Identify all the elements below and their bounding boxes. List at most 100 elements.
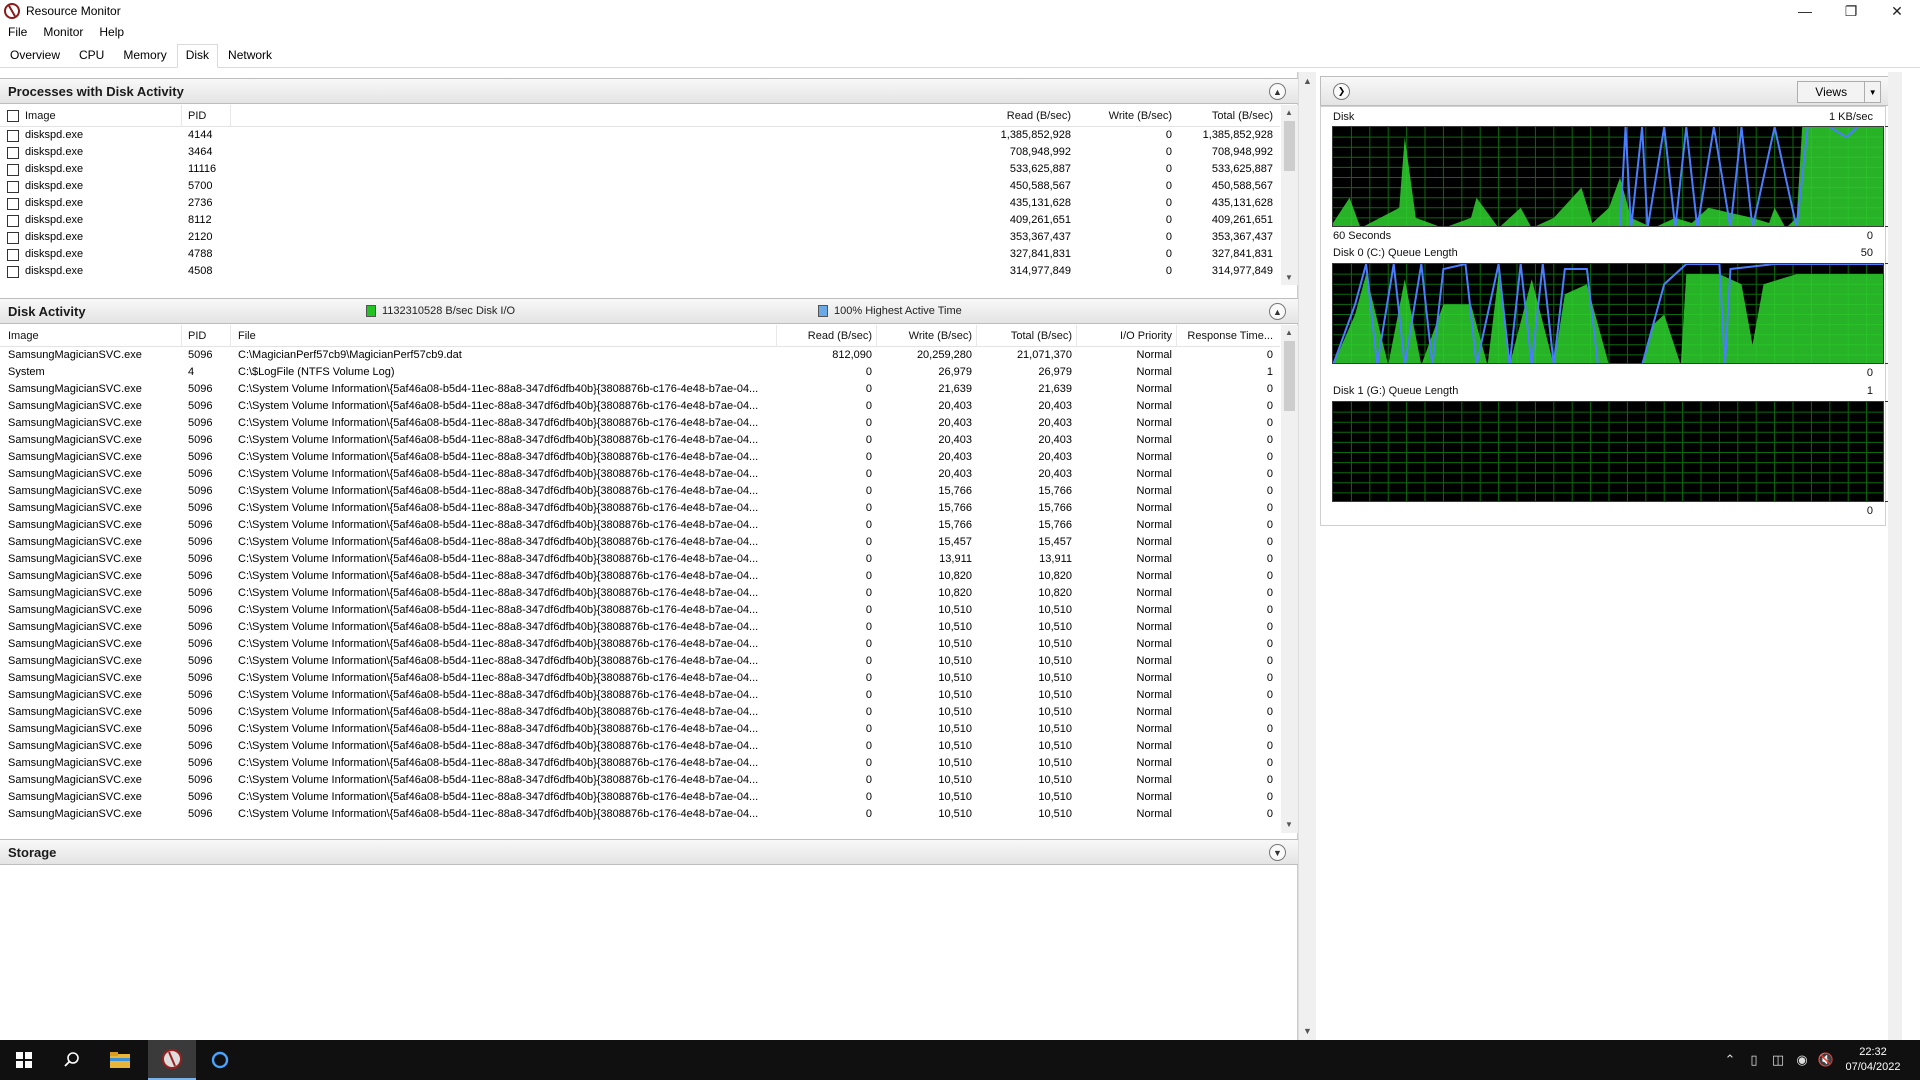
table-row[interactable]: SamsungMagicianSVC.exe 5096 C:\System Volu… [0,653,1280,670]
file-explorer-button[interactable] [96,1040,144,1080]
table-row[interactable]: diskspd.exe 3464 708,948,992 0 708,948,992 [0,144,1280,161]
select-all-checkbox[interactable] [7,110,19,122]
scroll-up-icon[interactable]: ▲ [1285,108,1293,117]
row-checkbox[interactable] [7,232,19,244]
table-row[interactable]: SamsungMagicianSVC.exe 5096 C:\System Volu… [0,772,1280,789]
row-checkbox[interactable] [7,181,19,193]
search-button[interactable] [48,1040,96,1080]
row-checkbox[interactable] [7,130,19,142]
table-row[interactable]: SamsungMagicianSVC.exe 5096 C:\System Volu… [0,704,1280,721]
col-read[interactable]: Read (B/sec) [950,110,1071,122]
col-file[interactable]: File [238,330,256,342]
row-checkbox[interactable] [7,249,19,261]
table-row[interactable]: SamsungMagicianSVC.exe 5096 C:\System Volu… [0,619,1280,636]
col-write[interactable]: Write (B/sec) [876,330,972,342]
table-row[interactable]: SamsungMagicianSVC.exe 5096 C:\System Volu… [0,517,1280,534]
graphs-scrollbar[interactable] [1888,72,1902,1042]
col-total[interactable]: Total (B/sec) [1176,110,1273,122]
row-checkbox[interactable] [7,266,19,278]
table-row[interactable]: diskspd.exe 4508 314,977,849 0 314,977,849 [0,263,1280,280]
col-write[interactable]: Write (B/sec) [1075,110,1172,122]
table-row[interactable]: diskspd.exe 5700 450,588,567 0 450,588,567 [0,178,1280,195]
scroll-thumb[interactable] [1284,121,1295,171]
scroll-up-icon[interactable]: ▲ [1285,328,1293,337]
chevron-down-icon[interactable]: ▼ [1864,82,1880,102]
tab-network[interactable]: Network [219,44,281,67]
tab-disk[interactable]: Disk [176,44,219,68]
table-row[interactable]: SamsungMagicianSVC.exe 5096 C:\System Volu… [0,568,1280,585]
row-checkbox[interactable] [7,198,19,210]
scroll-down-icon[interactable]: ▼ [1285,273,1293,282]
collapse-disk-activity-button[interactable]: ▲ [1269,303,1286,320]
tab-cpu[interactable]: CPU [70,44,113,67]
table-row[interactable]: SamsungMagicianSVC.exe 5096 C:\System Volu… [0,381,1280,398]
usb-device-icon[interactable]: ▯ [1742,1052,1766,1068]
network-globe-icon[interactable]: ◉ [1790,1052,1814,1068]
minimize-button[interactable]: — [1782,0,1828,22]
tab-memory[interactable]: Memory [114,44,175,67]
col-pid[interactable]: PID [188,330,206,342]
table-row[interactable]: SamsungMagicianSVC.exe 5096 C:\System Volu… [0,636,1280,653]
table-row[interactable]: SamsungMagicianSVC.exe 5096 C:\System Volu… [0,806,1280,823]
col-image[interactable]: Image [25,110,56,122]
cortana-button[interactable] [196,1040,244,1080]
table-row[interactable]: SamsungMagicianSVC.exe 5096 C:\System Volu… [0,398,1280,415]
battery-icon[interactable]: ◫ [1766,1052,1790,1068]
table-row[interactable]: SamsungMagicianSVC.exe 5096 C:\System Volu… [0,534,1280,551]
table-row[interactable]: diskspd.exe 2736 435,131,628 0 435,131,628 [0,195,1280,212]
expand-storage-button[interactable]: ▼ [1269,844,1286,861]
table-row[interactable]: SamsungMagicianSVC.exe 5096 C:\System Volu… [0,585,1280,602]
storage-section-header[interactable]: Storage ▼ [0,839,1298,865]
table-row[interactable]: System 4 C:\$LogFile (NTFS Volume Log) 0 26,… [0,364,1280,381]
clock[interactable]: 22:32 07/04/2022 [1838,1045,1908,1075]
resource-monitor-taskbar-button[interactable] [148,1040,196,1080]
table-row[interactable]: diskspd.exe 8112 409,261,651 0 409,261,651 [0,212,1280,229]
scroll-thumb[interactable] [1284,341,1295,411]
processes-section-header[interactable]: Processes with Disk Activity ▲ [0,78,1298,104]
main-scrollbar[interactable]: ▲ ▼ [1298,72,1316,1042]
col-read[interactable]: Read (B/sec) [776,330,872,342]
scroll-down-icon[interactable]: ▼ [1303,1026,1312,1036]
table-row[interactable]: SamsungMagicianSVC.exe 5096 C:\System Volu… [0,755,1280,772]
disk-activity-section-header[interactable]: Disk Activity 1132310528 B/sec Disk I/O … [0,298,1298,324]
column-separator[interactable] [181,325,182,347]
col-image[interactable]: Image [8,330,39,342]
table-row[interactable]: SamsungMagicianSVC.exe 5096 C:\System Volu… [0,789,1280,806]
processes-scrollbar[interactable]: ▲ ▼ [1281,105,1298,285]
table-row[interactable]: SamsungMagicianSVC.exe 5096 C:\System Volu… [0,738,1280,755]
speaker-muted-icon[interactable]: 🔇 [1814,1052,1838,1068]
table-row[interactable]: SamsungMagicianSVC.exe 5096 C:\System Volu… [0,483,1280,500]
table-row[interactable]: SamsungMagicianSVC.exe 5096 C:\System Volu… [0,432,1280,449]
table-row[interactable]: diskspd.exe 11116 533,625,887 0 533,625,887 [0,161,1280,178]
column-separator[interactable] [181,105,182,127]
table-row[interactable]: SamsungMagicianSVC.exe 5096 C:\System Volu… [0,687,1280,704]
column-separator[interactable] [230,325,231,347]
table-row[interactable]: SamsungMagicianSVC.exe 5096 C:\System Volu… [0,449,1280,466]
col-response-time[interactable]: Response Time... [1176,330,1273,342]
col-io-priority[interactable]: I/O Priority [1076,330,1172,342]
row-checkbox[interactable] [7,215,19,227]
table-row[interactable]: diskspd.exe 4144 1,385,852,928 0 1,385,852,9… [0,127,1280,144]
col-pid[interactable]: PID [188,110,206,122]
views-dropdown[interactable]: Views ▼ [1797,81,1881,103]
col-total[interactable]: Total (B/sec) [976,330,1072,342]
menu-monitor[interactable]: Monitor [35,25,91,39]
table-row[interactable]: SamsungMagicianSVC.exe 5096 C:\System Volu… [0,466,1280,483]
row-checkbox[interactable] [7,147,19,159]
disk-activity-scrollbar[interactable]: ▲ ▼ [1281,325,1298,833]
scroll-up-icon[interactable]: ▲ [1303,76,1312,86]
restore-button[interactable]: ❐ [1828,0,1874,22]
scroll-down-icon[interactable]: ▼ [1285,820,1293,829]
hide-graphs-button[interactable]: ❯ [1333,83,1350,100]
table-row[interactable]: SamsungMagicianSVC.exe 5096 C:\System Volu… [0,602,1280,619]
table-row[interactable]: diskspd.exe 2120 353,367,437 0 353,367,437 [0,229,1280,246]
start-button[interactable] [0,1040,48,1080]
table-row[interactable]: SamsungMagicianSVC.exe 5096 C:\System Volu… [0,670,1280,687]
table-row[interactable]: SamsungMagicianSVC.exe 5096 C:\System Volu… [0,500,1280,517]
collapse-processes-button[interactable]: ▲ [1269,83,1286,100]
menu-file[interactable]: File [0,25,35,39]
table-row[interactable]: SamsungMagicianSVC.exe 5096 C:\System Volu… [0,721,1280,738]
row-checkbox[interactable] [7,164,19,176]
table-row[interactable]: SamsungMagicianSVC.exe 5096 C:\MagicianPer… [0,347,1280,364]
menu-help[interactable]: Help [91,25,132,39]
